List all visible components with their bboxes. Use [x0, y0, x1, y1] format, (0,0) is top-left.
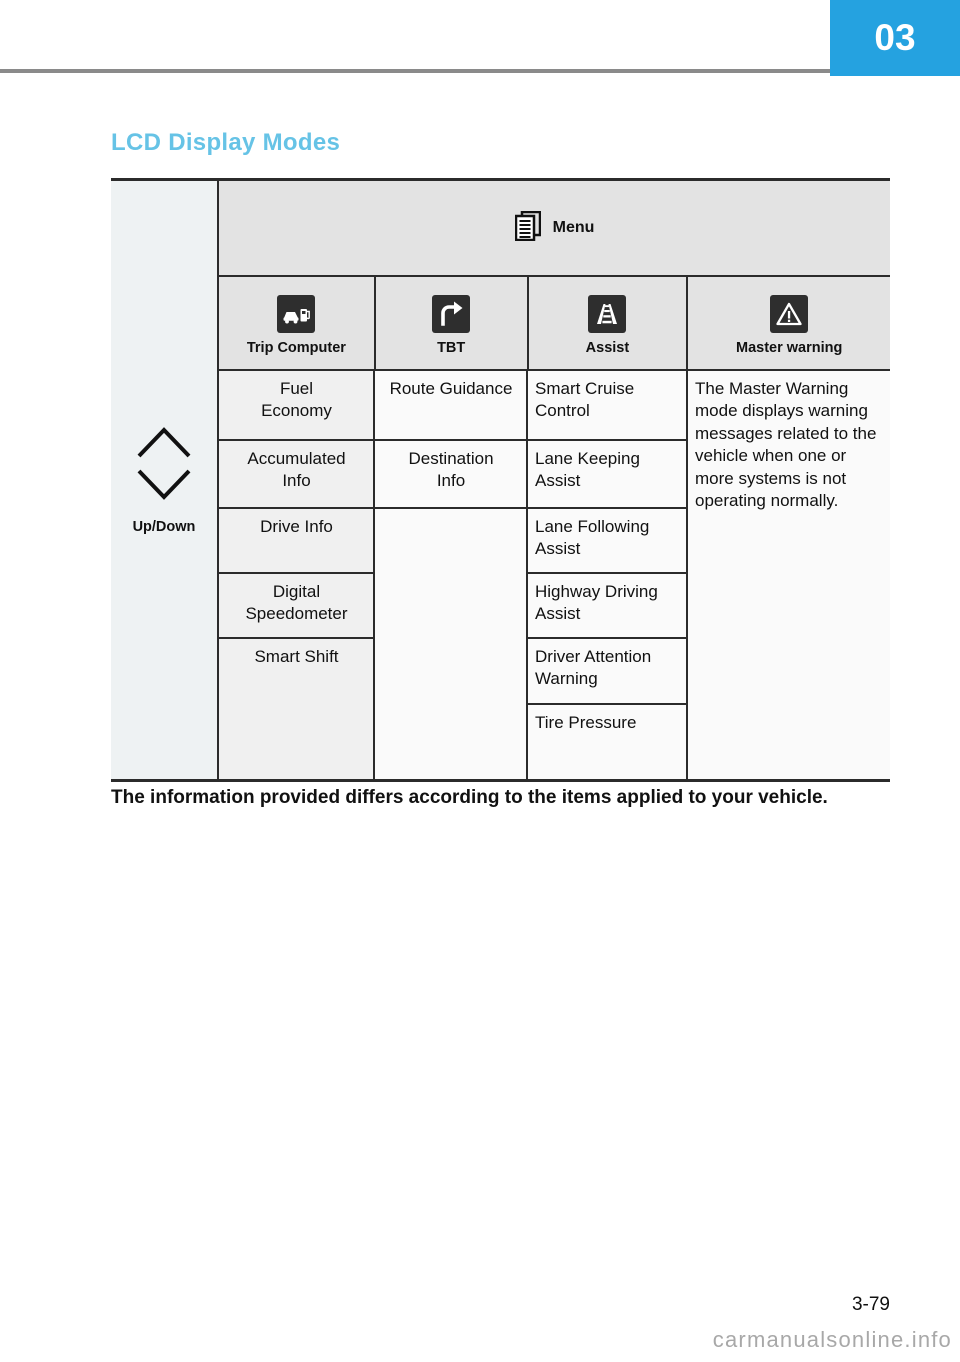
menu-documents-icon [514, 210, 541, 246]
list-item: Accumulated Info [219, 441, 373, 509]
menu-label: Menu [552, 219, 595, 236]
master-warning-text: The Master Warning mode displays warning… [695, 379, 877, 511]
list-item: Smart Cruise Control [528, 371, 686, 441]
list-item: Driver Attention Warning [528, 639, 686, 705]
mode-label-tbt: TBT [437, 339, 466, 356]
mode-label-master-warning: Master warning [736, 339, 843, 356]
list-item: Digital Speedometer [219, 574, 373, 639]
updown-label: Up/Down [132, 519, 196, 535]
tbt-column: Route Guidance Destination Info [375, 371, 528, 781]
list-item: Drive Info [219, 509, 373, 574]
mode-header-trip-computer: Trip Computer [219, 277, 376, 371]
list-item: Lane Following Assist [528, 509, 686, 574]
updown-column: Up/Down [111, 179, 219, 781]
warning-triangle-icon [770, 294, 809, 333]
list-item-empty [375, 509, 526, 779]
list-item: Highway Driving Assist [528, 574, 686, 639]
chapter-tab: 03 [830, 0, 960, 76]
mode-icon-header-row: Trip Computer TBT Assist Master warning [218, 277, 891, 371]
list-item: Route Guidance [375, 371, 526, 441]
mode-label-assist: Assist [585, 339, 630, 356]
table-note: The information provided differs accordi… [111, 787, 828, 808]
lcd-display-modes-table: Up/Down Menu Trip Computer TBT Assist Ma… [111, 178, 891, 782]
trip-computer-column: Fuel Economy Accumulated Info Drive Info D… [218, 371, 375, 781]
page-number: 3-79 [851, 1294, 890, 1315]
manual-page: 03 LCD Display Modes Up/Down Menu Trip C… [0, 0, 960, 1362]
menu-band-cell: Menu [218, 180, 891, 277]
mode-header-master-warning: Master warning [688, 277, 891, 371]
chevron-up-icon [136, 425, 192, 464]
chevron-down-icon [136, 468, 192, 507]
list-item: Fuel Economy [219, 371, 373, 441]
assist-column: Smart Cruise Control Lane Keeping Assist… [528, 371, 688, 781]
list-item: Smart Shift [219, 639, 373, 779]
master-warning-column: The Master Warning mode displays warning… [688, 371, 891, 781]
turn-right-arrow-icon [432, 294, 471, 333]
list-item: Tire Pressure [528, 705, 686, 779]
mode-header-assist: Assist [528, 277, 689, 371]
list-item: Lane Keeping Assist [528, 441, 686, 509]
mode-label-trip-computer: Trip Computer [246, 339, 346, 356]
chapter-number: 03 [874, 17, 916, 58]
car-fuel-pump-icon [277, 294, 316, 333]
lane-road-icon [588, 294, 627, 333]
list-item: Destination Info [375, 441, 526, 509]
mode-header-tbt: TBT [375, 277, 529, 371]
site-watermark: carmanualsonline.info [712, 1327, 952, 1352]
page-title: LCD Display Modes [111, 129, 341, 156]
header-divider [0, 69, 830, 73]
